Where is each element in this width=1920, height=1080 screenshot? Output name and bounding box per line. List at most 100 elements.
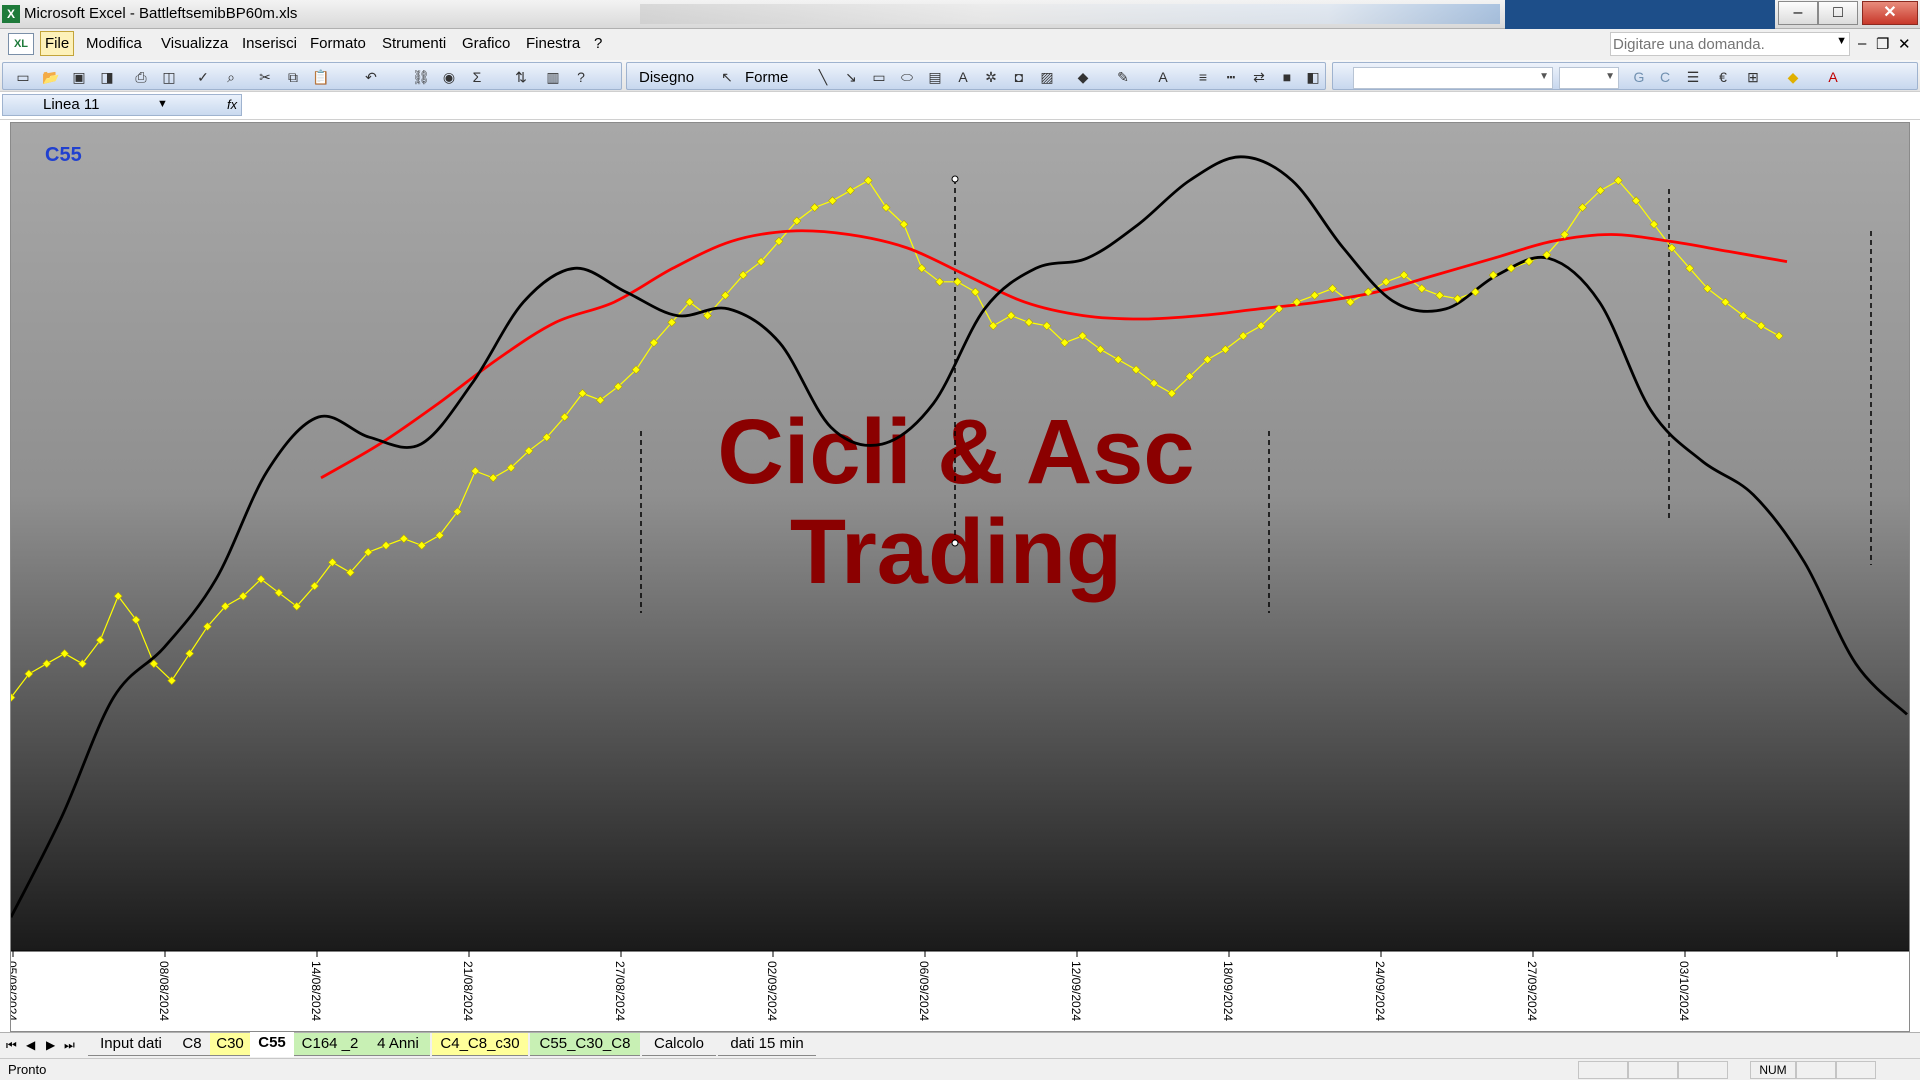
arrow-style-icon[interactable]: ⇄ — [1249, 67, 1269, 87]
doc-restore-button[interactable]: ❐ — [1876, 35, 1889, 53]
tab-c30[interactable]: C30 — [210, 1033, 250, 1056]
oval-icon[interactable]: ⬭ — [897, 67, 917, 87]
italic-button[interactable]: C — [1655, 67, 1675, 87]
minimize-button[interactable]: – — [1778, 1, 1818, 25]
next-sheet-icon[interactable]: ▶ — [46, 1038, 55, 1052]
tab-4-anni[interactable]: 4 Anni — [366, 1033, 430, 1056]
open-icon[interactable]: 📂 — [41, 67, 61, 87]
num-lock-indicator: NUM — [1750, 1061, 1796, 1079]
tab-c8[interactable]: C8 — [174, 1033, 210, 1056]
dash-style-icon[interactable]: ┅ — [1221, 67, 1241, 87]
tab-c55-c30-c8[interactable]: C55_C30_C8 — [530, 1033, 640, 1056]
chart-wizard-icon[interactable]: ▥ — [543, 67, 563, 87]
tab-input-dati[interactable]: Input dati — [88, 1033, 174, 1056]
undo-icon[interactable]: ↶ — [361, 67, 381, 87]
wordart-icon[interactable]: A — [953, 67, 973, 87]
fx-icon[interactable]: fx — [227, 97, 237, 112]
new-icon[interactable]: ▭ — [13, 67, 33, 87]
chevron-down-icon[interactable]: ▼ — [1836, 35, 1847, 47]
chart-svg[interactable]: C55 Cicli & Asc Trading 05/08/2024 08/08/… — [5, 123, 1909, 1031]
disegno-menu[interactable]: Disegno — [639, 69, 694, 86]
picture-icon[interactable]: ▨ — [1037, 67, 1057, 87]
copy-icon[interactable]: ⧉ — [283, 67, 303, 87]
font-color-icon-2[interactable]: A — [1823, 67, 1843, 87]
menu-formato[interactable]: Formato — [310, 35, 366, 52]
permission-icon[interactable]: ◨ — [97, 67, 117, 87]
x-tick-label: 18/09/2024 — [1221, 961, 1235, 1021]
arrow-icon[interactable]: ↘ — [841, 67, 861, 87]
paste-icon[interactable]: 📋 — [311, 67, 331, 87]
prev-sheet-icon[interactable]: ◀ — [26, 1038, 35, 1052]
ask-question-input[interactable] — [1613, 34, 1823, 54]
menu-visualizza[interactable]: Visualizza — [161, 35, 228, 52]
fill-color-icon-2[interactable]: ◆ — [1783, 67, 1803, 87]
chart-area[interactable]: C55 Cicli & Asc Trading 05/08/2024 08/08/… — [5, 122, 1910, 1032]
hyperlink-icon[interactable]: ⛓ — [411, 67, 431, 87]
web-icon[interactable]: ◉ — [439, 67, 459, 87]
menu-strumenti[interactable]: Strumenti — [382, 35, 446, 52]
sort-icon[interactable]: ⇅ — [511, 67, 531, 87]
line-style-icon[interactable]: ≡ — [1193, 67, 1213, 87]
x-tick-label: 21/08/2024 — [461, 961, 475, 1021]
font-color-icon[interactable]: A — [1153, 67, 1173, 87]
font-name-select[interactable]: ▼ — [1353, 67, 1553, 89]
first-sheet-icon[interactable]: ⏮ — [6, 1038, 17, 1053]
spelling-icon[interactable]: ✓ — [193, 67, 213, 87]
font-size-select[interactable]: ▼ — [1559, 67, 1619, 89]
align-icon[interactable]: ☰ — [1683, 67, 1703, 87]
menu-help[interactable]: ? — [594, 35, 602, 52]
chevron-down-icon[interactable]: ▼ — [157, 98, 168, 110]
document-icon[interactable]: XL — [8, 33, 34, 55]
3d-icon[interactable]: ◧ — [1303, 67, 1323, 87]
formula-bar: Linea 11 ▼ fx — [0, 92, 1920, 120]
status-cell — [1578, 1061, 1628, 1079]
menu-finestra[interactable]: Finestra — [526, 35, 580, 52]
excel-icon: X — [2, 5, 20, 23]
autosum-icon[interactable]: Σ — [467, 67, 487, 87]
sheet-tabs: ⏮ ◀ ▶ ⏭ Input dati C8 C30 C55 C164 _2 4 … — [0, 1032, 1920, 1058]
tab-calcolo[interactable]: Calcolo — [642, 1033, 716, 1056]
x-tick-label: 03/10/2024 — [1677, 961, 1691, 1021]
last-sheet-icon[interactable]: ⏭ — [64, 1038, 75, 1053]
clipart-icon[interactable]: ◘ — [1009, 67, 1029, 87]
tab-c4-c8-c30[interactable]: C4_C8_c30 — [432, 1033, 528, 1056]
save-icon[interactable]: ▣ — [69, 67, 89, 87]
tab-c164-2[interactable]: C164 _2 — [294, 1033, 366, 1056]
name-box[interactable]: Linea 11 ▼ fx — [2, 94, 242, 116]
select-objects-icon[interactable]: ↖ — [717, 67, 737, 87]
fill-color-icon[interactable]: ◆ — [1073, 67, 1093, 87]
research-icon[interactable]: ⌕ — [221, 67, 241, 87]
tab-c55[interactable]: C55 — [250, 1032, 294, 1057]
bold-button[interactable]: G — [1629, 67, 1649, 87]
menu-file[interactable]: File — [40, 31, 75, 56]
close-button[interactable]: ✕ — [1862, 1, 1918, 25]
print-preview-icon[interactable]: ◫ — [159, 67, 179, 87]
textbox-icon[interactable]: ▤ — [925, 67, 945, 87]
menu-grafico[interactable]: Grafico — [462, 35, 510, 52]
toolbar: ▭ 📂 ▣ ◨ ⎙ ◫ ✓ ⌕ ✂ ⧉ 📋 ↶ ⛓ ◉ Σ ⇅ ▥ ? Dise… — [0, 60, 1920, 92]
doc-minimize-button[interactable]: – — [1858, 35, 1866, 52]
shadow-icon[interactable]: ■ — [1277, 67, 1297, 87]
doc-close-button[interactable]: ✕ — [1898, 35, 1911, 53]
x-tick-label: 02/09/2024 — [765, 961, 779, 1021]
status-cell — [1628, 1061, 1678, 1079]
rectangle-icon[interactable]: ▭ — [869, 67, 889, 87]
borders-icon[interactable]: ⊞ — [1743, 67, 1763, 87]
tab-dati-15-min[interactable]: dati 15 min — [718, 1033, 816, 1056]
cut-icon[interactable]: ✂ — [255, 67, 275, 87]
line-icon[interactable]: ╲ — [813, 67, 833, 87]
marker-handle — [951, 539, 959, 547]
print-icon[interactable]: ⎙ — [131, 67, 151, 87]
euro-icon[interactable]: € — [1713, 67, 1733, 87]
menu-modifica[interactable]: Modifica — [86, 35, 142, 52]
help-icon[interactable]: ? — [571, 67, 591, 87]
maximize-button[interactable]: □ — [1818, 1, 1858, 25]
diagram-icon[interactable]: ✲ — [981, 67, 1001, 87]
ask-question-box[interactable]: ▼ — [1610, 32, 1850, 56]
line-color-icon[interactable]: ✎ — [1113, 67, 1133, 87]
forme-menu[interactable]: Forme — [745, 69, 788, 86]
status-bar: Pronto NUM — [0, 1058, 1920, 1080]
title-bar: X Microsoft Excel - BattleftsemibBP60m.x… — [0, 0, 1920, 29]
x-tick-label: 24/09/2024 — [1373, 961, 1387, 1021]
menu-inserisci[interactable]: Inserisci — [242, 35, 297, 52]
